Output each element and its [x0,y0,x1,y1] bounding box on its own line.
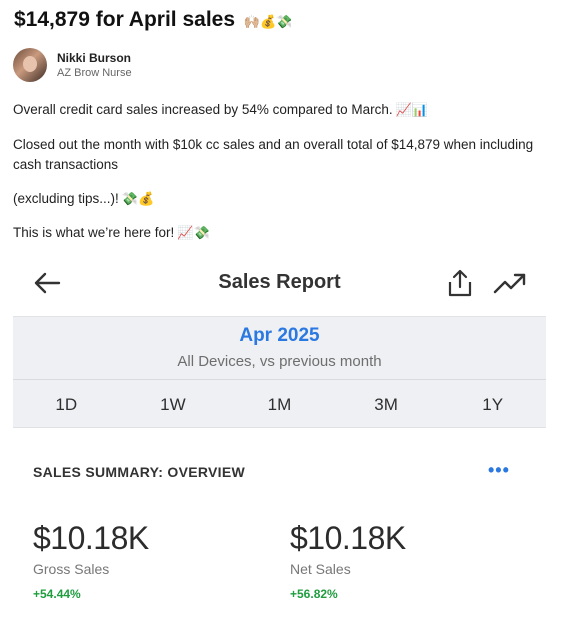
net-sales-value: $10.18K [290,520,406,556]
tab-1d[interactable]: 1D [13,389,120,421]
author-text: Nikki Burson AZ Brow Nurse [57,51,132,79]
net-sales-change: +56.82% [290,587,338,601]
avatar[interactable] [13,48,47,82]
author-role: AZ Brow Nurse [57,67,132,79]
tab-1w[interactable]: 1W [120,389,227,421]
p1-text: Overall credit card sales increased by 5… [13,102,393,117]
post-paragraph-2: Closed out the month with $10k cc sales … [13,137,534,172]
p4-text: This is what we’re here for! [13,225,175,240]
gross-sales-metric: $10.18K Gross Sales +54.44% [33,520,149,601]
trend-icon[interactable] [492,270,528,296]
p3-emoji: 💸💰 [121,191,155,206]
more-options-icon[interactable]: ••• [488,461,510,479]
author-block[interactable]: Nikki Burson AZ Brow Nurse [13,48,132,82]
post-paragraph-3: (excluding tips...)! 💸💰 [13,189,543,209]
post-paragraph-4: This is what we’re here for! 📈💸 [13,223,543,243]
author-name[interactable]: Nikki Burson [57,51,132,65]
month-selector[interactable]: Apr 2025 [13,325,546,347]
tab-3m[interactable]: 3M [333,389,440,421]
sales-report-screenshot: Sales Report Apr 2025 All Devices, vs pr… [13,258,546,618]
net-sales-label: Net Sales [290,561,351,577]
period-tabs: 1D 1W 1M 3M 1Y [13,389,546,421]
gross-sales-value: $10.18K [33,520,149,556]
p1-emoji: 📈📊 [395,102,429,117]
comparison-subtitle[interactable]: All Devices, vs previous month [13,353,546,370]
post-title-emoji: 🙌🏼💰💸 [243,14,293,29]
p3-text: (excluding tips...)! [13,191,119,206]
gross-sales-change: +54.44% [33,587,81,601]
period-panel: Apr 2025 All Devices, vs previous month … [13,316,546,428]
summary-label: SALES SUMMARY: OVERVIEW [33,464,245,480]
post-title-text: $14,879 for April sales [14,8,236,31]
post-paragraph-1: Overall credit card sales increased by 5… [13,100,543,120]
panel-divider [13,379,546,380]
net-sales-metric: $10.18K Net Sales +56.82% [290,520,406,601]
p4-emoji: 📈💸 [177,225,210,240]
tab-1m[interactable]: 1M [226,389,333,421]
tab-1y[interactable]: 1Y [439,389,546,421]
gross-sales-label: Gross Sales [33,561,110,577]
post-title: $14,879 for April sales 🙌🏼💰💸 [14,8,292,32]
share-icon[interactable] [446,268,474,298]
report-header: Sales Report [13,258,546,310]
